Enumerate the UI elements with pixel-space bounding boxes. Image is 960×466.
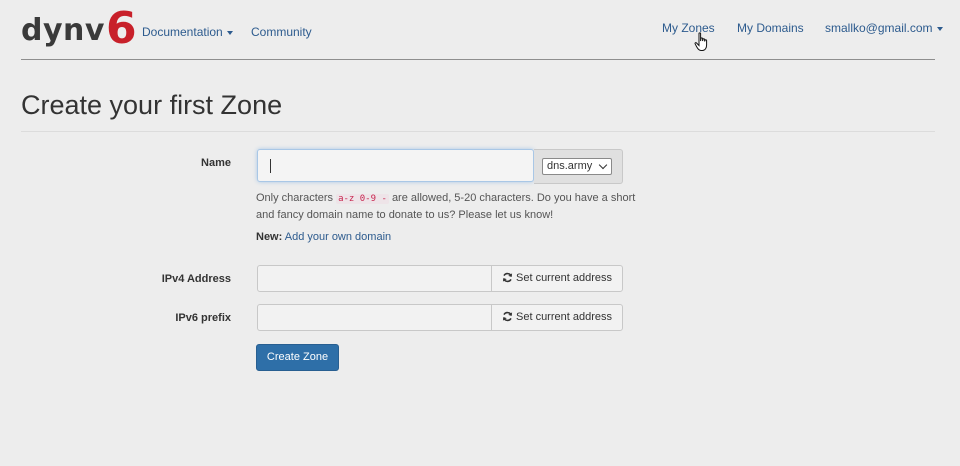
nav-community-link[interactable]: Community [251,25,312,39]
hand-cursor-icon [694,32,708,51]
navbar: dynv6 Documentation Community My Zones M… [0,0,960,60]
domain-select-addon: dns.army [534,149,623,184]
ipv4-set-current-address-button[interactable]: Set current address [491,265,623,292]
new-domain-line: New: Add your own domain [256,231,392,243]
allowed-chars-code: a-z 0-9 - [336,194,389,204]
nav-my-domains-link[interactable]: My Domains [737,21,804,35]
nav-documentation-dropdown[interactable]: Documentation [142,25,233,39]
caret-down-icon [936,26,943,31]
refresh-icon [502,311,513,322]
ipv6-set-current-address-button[interactable]: Set current address [491,304,623,331]
name-help-text: Only characters a-z 0-9 - are allowed, 5… [256,192,636,221]
user-menu-dropdown[interactable]: smallko@gmail.com [825,21,943,35]
ipv6-label: IPv6 prefix [175,312,231,324]
zone-name-input[interactable] [257,149,534,182]
ipv6-prefix-input[interactable] [257,304,492,331]
ipv4-label: IPv4 Address [161,273,231,285]
add-own-domain-link[interactable]: Add your own domain [285,231,391,243]
dynv6-logo[interactable]: dynv6 [21,4,137,51]
domain-select[interactable]: dns.army [542,158,612,175]
title-divider [21,131,935,132]
ipv4-address-input[interactable] [257,265,492,292]
page-title: Create your first Zone [21,90,283,120]
text-caret [270,159,271,173]
name-label: Name [201,157,231,169]
navbar-divider [21,59,935,60]
chevron-down-icon [598,160,608,170]
refresh-icon [502,272,513,283]
caret-down-icon [226,30,233,35]
create-zone-button[interactable]: Create Zone [256,344,339,371]
